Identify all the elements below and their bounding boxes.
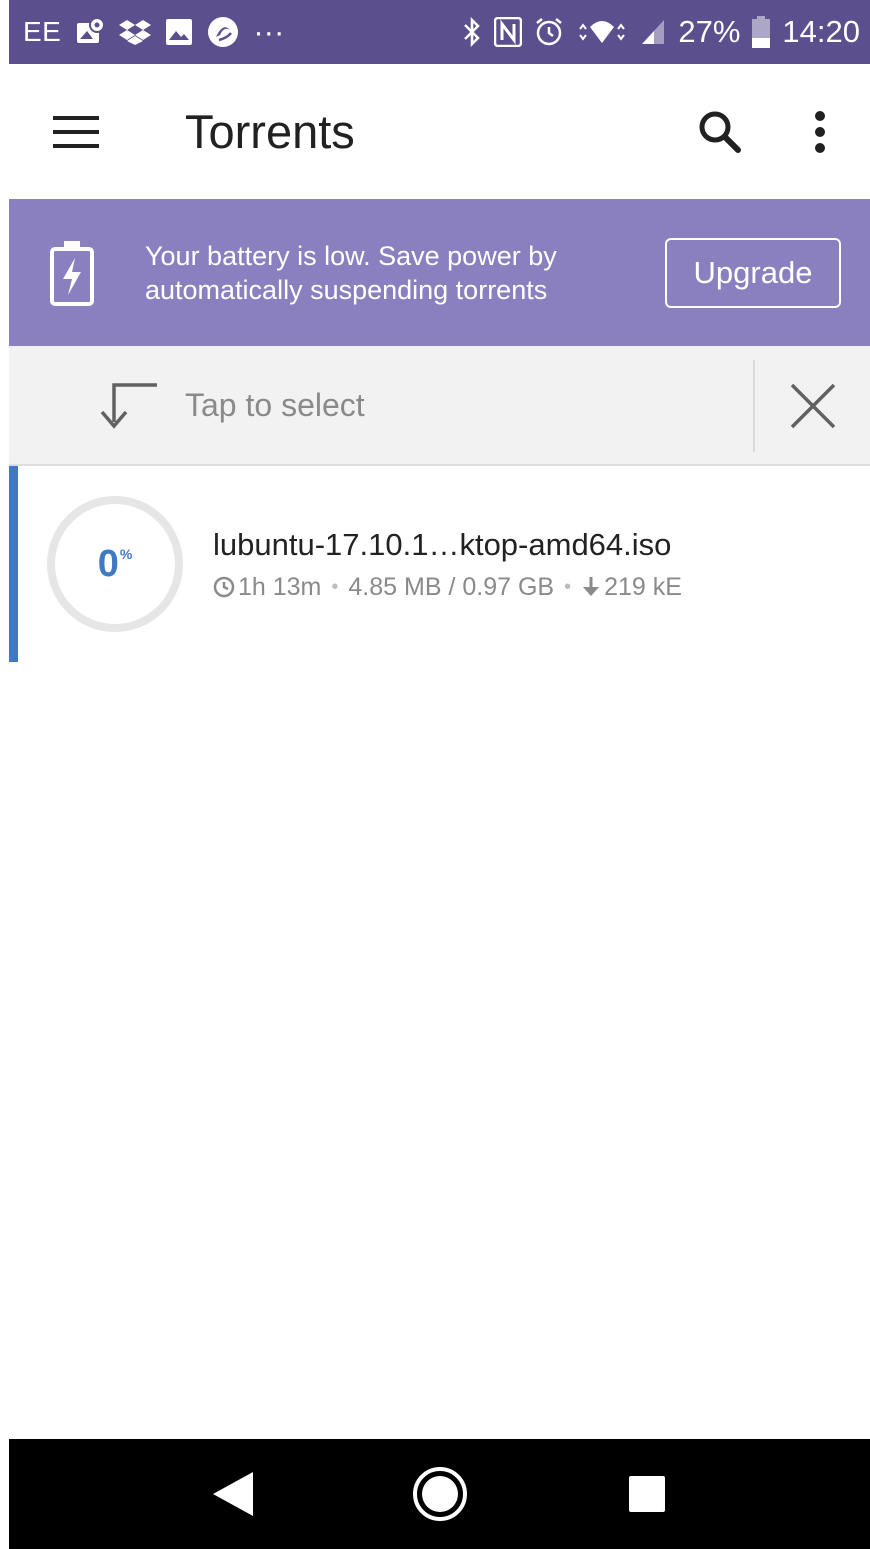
battery-icon [752, 16, 771, 48]
battery-charging-icon [41, 240, 103, 306]
nfc-icon [494, 17, 523, 47]
more-vert-icon [815, 110, 825, 153]
signal-icon [640, 18, 666, 46]
select-bar: Tap to select [9, 346, 870, 466]
clock-icon [213, 576, 235, 598]
torrent-speed: 219 kE [604, 572, 682, 601]
edge-strip [0, 0, 9, 1549]
search-icon [699, 111, 741, 153]
close-button[interactable] [755, 346, 870, 466]
status-bar: EE ··· 27% 14:20 [9, 0, 870, 64]
wifi-icon [576, 17, 628, 47]
app-bar: Torrents [9, 64, 870, 199]
app-bar-actions [670, 64, 870, 199]
page-title: Torrents [185, 105, 355, 158]
upgrade-button[interactable]: Upgrade [665, 238, 841, 308]
battery-percent: 27% [678, 14, 741, 49]
menu-icon [53, 115, 99, 148]
nav-bar [9, 1439, 870, 1549]
status-bar-right: 27% 14:20 [462, 14, 860, 50]
dropbox-icon [119, 18, 152, 46]
menu-button[interactable] [9, 64, 145, 199]
home-icon [412, 1467, 467, 1521]
torrent-eta: 1h 13m [238, 572, 322, 601]
bittorrent-icon [207, 16, 239, 48]
status-time: 14:20 [782, 14, 860, 49]
progress-unit: % [119, 546, 133, 562]
alarm-icon [534, 17, 564, 47]
select-arrow-icon [99, 380, 159, 430]
status-bar-left: EE ··· [23, 14, 284, 50]
map-pin-icon [75, 17, 106, 47]
row-accent-bar [9, 466, 18, 662]
home-button[interactable] [385, 1439, 495, 1549]
bluetooth-icon [462, 17, 482, 47]
torrent-name: lubuntu-17.10.1…ktop-amd64.iso [213, 526, 672, 562]
torrent-row[interactable]: 0% lubuntu-17.10.1…ktop-amd64.iso 1h 13m… [9, 466, 870, 662]
screen: EE ··· 27% 14:20 Torrents Your battery i… [0, 0, 870, 1549]
torrent-meta: 1h 13m • 4.85 MB / 0.97 GB • 219 kE [213, 573, 753, 602]
recents-button[interactable] [592, 1439, 702, 1549]
back-button[interactable] [178, 1439, 288, 1549]
image-icon [165, 18, 193, 46]
search-button[interactable] [670, 64, 770, 199]
tap-to-select-hint[interactable]: Tap to select [185, 387, 365, 424]
back-icon [212, 1472, 253, 1516]
carrier-label: EE [23, 16, 62, 47]
torrent-size: 4.85 MB / 0.97 GB [348, 572, 555, 601]
progress-ring: 0% [45, 494, 185, 634]
torrent-info: lubuntu-17.10.1…ktop-amd64.iso 1h 13m • … [213, 527, 753, 602]
meta-separator: • [331, 575, 339, 598]
close-icon [790, 383, 835, 429]
progress-number: 0 [97, 542, 119, 585]
banner-message: Your battery is low. Save power by autom… [145, 240, 557, 305]
progress-value: 0% [45, 494, 185, 634]
more-options-button[interactable] [770, 64, 870, 199]
download-arrow-icon [581, 576, 601, 598]
torrent-list: 0% lubuntu-17.10.1…ktop-amd64.iso 1h 13m… [9, 466, 870, 662]
recents-icon [628, 1476, 665, 1512]
battery-banner: Your battery is low. Save power by autom… [9, 199, 870, 346]
overflow-dots: ··· [253, 14, 285, 49]
meta-separator: • [564, 575, 572, 598]
